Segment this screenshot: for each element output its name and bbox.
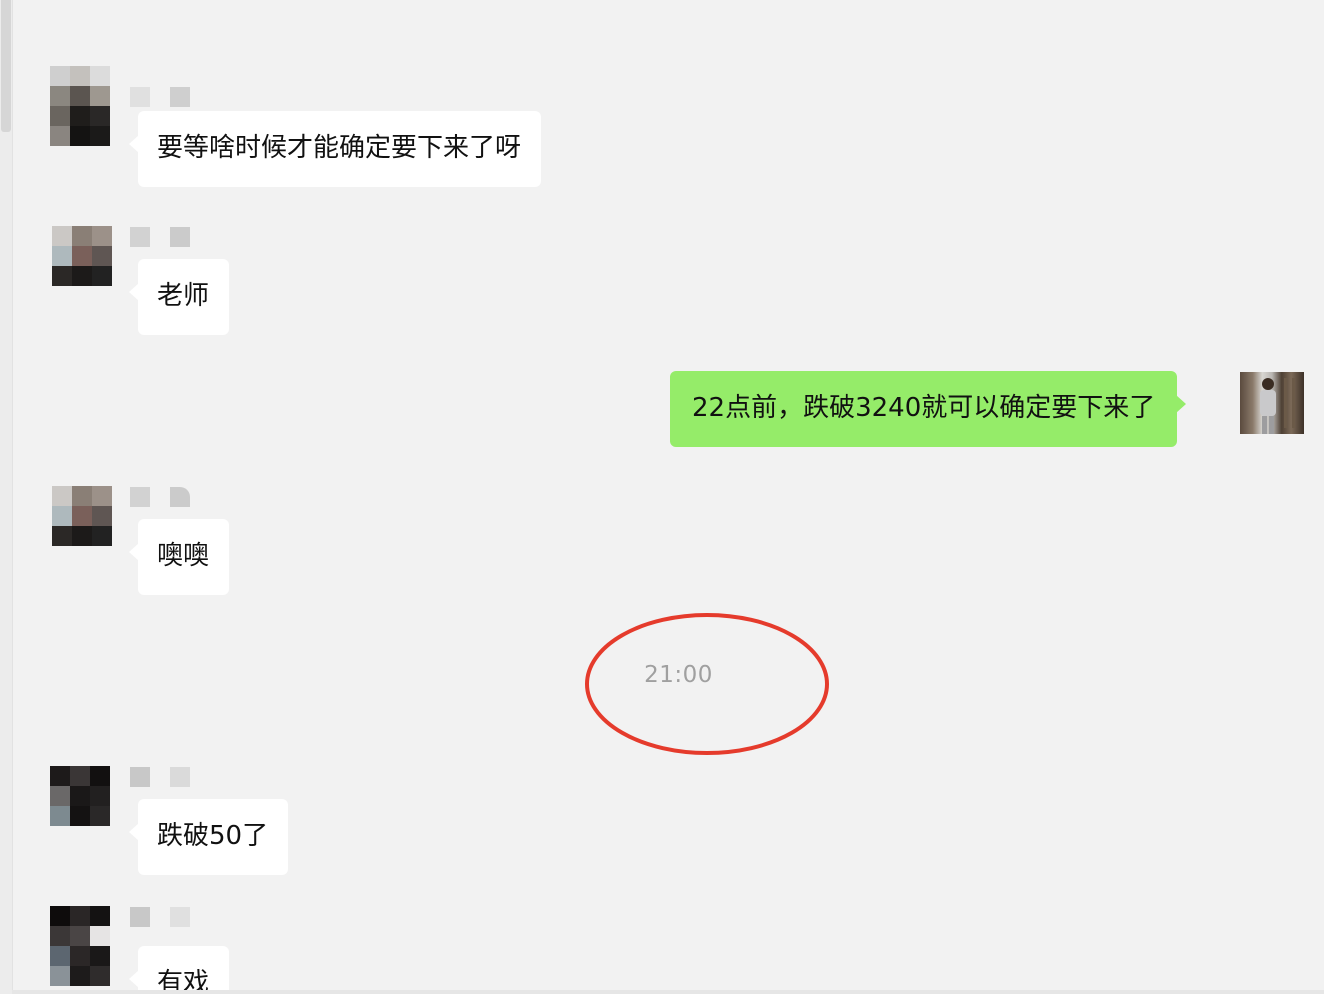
- message-bubble[interactable]: 要等啥时候才能确定要下来了呀: [128, 111, 542, 187]
- message-bubble-self[interactable]: 22点前，跌破3240就可以确定要下来了: [670, 371, 1187, 447]
- avatar-sender-2[interactable]: [52, 486, 112, 546]
- scrollbar-thumb[interactable]: [1, 0, 11, 132]
- avatar-sender-4[interactable]: [50, 906, 110, 986]
- message-bubble[interactable]: 有戏: [128, 946, 230, 994]
- sender-name-mosaic: [130, 227, 190, 247]
- chat-window: 要等啥时候才能确定要下来了呀 老师 22点前，跌破3240就可以确定要下来了 噢…: [0, 0, 1324, 994]
- scrollbar[interactable]: [0, 0, 13, 994]
- avatar-sender-2[interactable]: [52, 226, 112, 286]
- chat-bottom-edge: [12, 990, 1324, 994]
- message-bubble[interactable]: 跌破50了: [128, 799, 289, 875]
- self-avatar-photo[interactable]: [1240, 372, 1304, 434]
- message-timestamp: 21:00: [644, 662, 713, 688]
- avatar-sender-3[interactable]: [50, 766, 110, 826]
- sender-name-mosaic: [130, 907, 190, 927]
- message-bubble[interactable]: 噢噢: [128, 519, 230, 595]
- avatar-sender-1[interactable]: [50, 66, 110, 146]
- sender-name-mosaic: [130, 767, 190, 787]
- self-avatar-figure: [1260, 378, 1295, 434]
- message-bubble[interactable]: 老师: [128, 259, 230, 335]
- sender-name-mosaic: [130, 487, 190, 507]
- sender-name-mosaic: [130, 87, 190, 107]
